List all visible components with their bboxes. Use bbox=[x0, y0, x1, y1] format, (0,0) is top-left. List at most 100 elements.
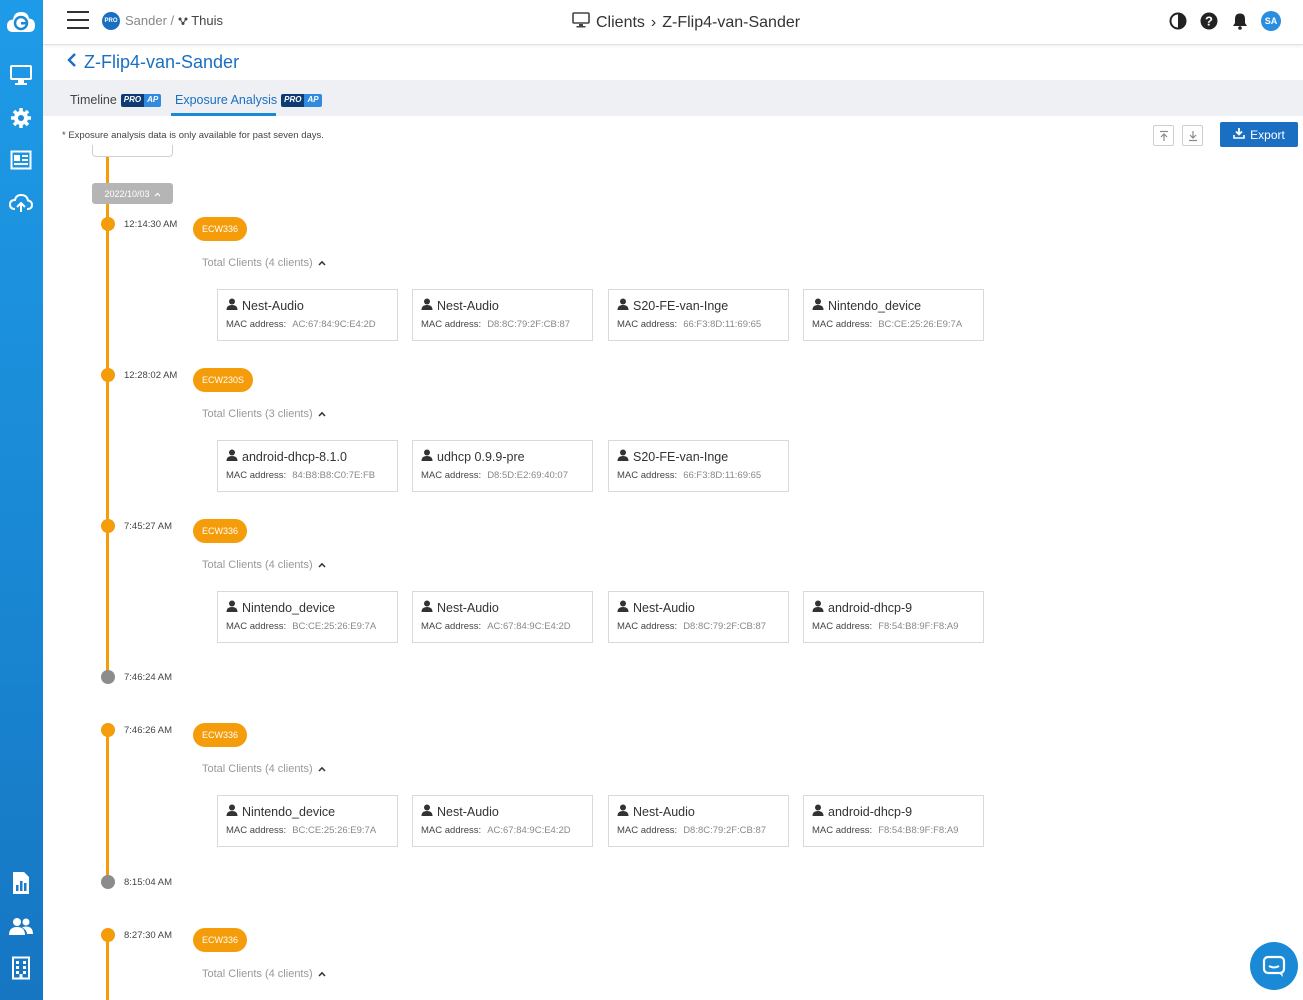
back-link[interactable]: Z-Flip4-van-Sander bbox=[66, 52, 239, 73]
client-card[interactable]: Nest-Audio MAC address: AC:67:84:9C:E4:2D bbox=[217, 289, 398, 341]
download-icon bbox=[1233, 127, 1245, 142]
client-mac-row: MAC address: 66:F3:8D:11:69:65 bbox=[617, 319, 761, 330]
client-mac-row: MAC address: 84:B8:B8:C0:7E:FB bbox=[226, 470, 375, 481]
site-name[interactable]: Thuis bbox=[191, 13, 223, 28]
client-mac-row: MAC address: D8:8C:79:2F:CB:87 bbox=[421, 319, 570, 330]
client-name-row: Nest-Audio bbox=[421, 804, 499, 819]
client-card[interactable]: android-dhcp-9 MAC address: F8:54:B8:9F:F8… bbox=[803, 591, 984, 643]
event-time: 12:28:02 AM bbox=[124, 370, 178, 381]
timeline-line bbox=[106, 230, 109, 381]
user-icon bbox=[226, 449, 238, 464]
total-clients-toggle[interactable]: Total Clients (4 clients) bbox=[202, 559, 326, 571]
client-name: Nest-Audio bbox=[633, 804, 695, 819]
ap-badge[interactable]: ECW230S bbox=[193, 368, 254, 392]
event-time: 12:14:30 AM bbox=[124, 219, 178, 230]
client-name: S20-FE-van-Inge bbox=[633, 449, 729, 464]
chevron-up-icon bbox=[318, 408, 326, 420]
org-badge: PRO bbox=[102, 12, 120, 30]
timeline-line bbox=[106, 941, 109, 1000]
client-card[interactable]: udhcp 0.9.9-pre MAC address: D8:5D:E2:69:4… bbox=[412, 440, 593, 492]
dashboard-icon[interactable] bbox=[7, 146, 35, 174]
pro-ap-tag: PRO AP bbox=[120, 93, 162, 107]
scroll-top-button[interactable] bbox=[1153, 125, 1174, 146]
building-icon[interactable] bbox=[7, 954, 35, 982]
total-clients-toggle[interactable]: Total Clients (4 clients) bbox=[202, 763, 326, 775]
svg-text:?: ? bbox=[1205, 14, 1213, 29]
help-icon[interactable]: ? bbox=[1199, 11, 1219, 31]
client-card[interactable]: Nest-Audio MAC address: AC:67:84:9C:E4:2D bbox=[412, 591, 593, 643]
mac-label: MAC address: bbox=[421, 621, 482, 632]
client-name: Nest-Audio bbox=[437, 298, 499, 313]
tab-timeline[interactable]: Timeline PRO AP bbox=[70, 93, 162, 107]
monitor-icon[interactable] bbox=[7, 61, 35, 89]
client-mac-row: MAC address: BC:CE:25:26:E9:7A bbox=[226, 621, 376, 632]
ap-badge[interactable]: ECW336 bbox=[193, 723, 248, 747]
scroll-bottom-button[interactable] bbox=[1182, 125, 1203, 146]
client-card[interactable]: android-dhcp-8.1.0 MAC address: 84:B8:B8:C… bbox=[217, 440, 398, 492]
avatar[interactable]: SA bbox=[1261, 11, 1281, 31]
cloud-icon[interactable] bbox=[7, 189, 35, 217]
total-clients-toggle[interactable]: Total Clients (3 clients) bbox=[202, 408, 326, 420]
ap-badge[interactable]: ECW336 bbox=[193, 928, 248, 952]
client-card[interactable]: Nest-Audio MAC address: D8:8C:79:2F:CB:87 bbox=[608, 591, 789, 643]
users-icon[interactable] bbox=[7, 912, 35, 940]
client-card[interactable]: Nintendo_device MAC address: BC:CE:25:26:E… bbox=[217, 795, 398, 847]
bell-icon[interactable] bbox=[1230, 11, 1250, 31]
mac-value: AC:67:84:9C:E4:2D bbox=[487, 825, 571, 836]
org-name[interactable]: Sander bbox=[125, 13, 167, 28]
client-name-row: Nest-Audio bbox=[421, 600, 499, 615]
event-time: 8:15:04 AM bbox=[124, 877, 173, 888]
mac-value: 66:F3:8D:11:69:65 bbox=[683, 319, 762, 330]
client-name-row: Nest-Audio bbox=[617, 600, 695, 615]
client-name: android-dhcp-9 bbox=[828, 600, 913, 615]
mac-label: MAC address: bbox=[421, 470, 482, 481]
report-icon[interactable] bbox=[7, 869, 35, 897]
event-time: 8:27:30 AM bbox=[124, 930, 173, 941]
client-card[interactable]: Nest-Audio MAC address: D8:8C:79:2F:CB:87 bbox=[412, 289, 593, 341]
client-card[interactable]: S20-FE-van-Inge MAC address: 66:F3:8D:11:6… bbox=[608, 289, 789, 341]
chat-button[interactable] bbox=[1250, 942, 1298, 990]
user-icon bbox=[421, 449, 433, 464]
exposure-note: * Exposure analysis data is only availab… bbox=[62, 130, 324, 141]
mac-value: AC:67:84:9C:E4:2D bbox=[487, 621, 571, 632]
contrast-icon[interactable] bbox=[1168, 11, 1188, 31]
page-breadcrumb: Clients › Z-Flip4-van-Sander bbox=[572, 12, 800, 33]
client-name-row: Nest-Audio bbox=[617, 804, 695, 819]
top-bar: PRO Sander / Thuis Clients › Z-Flip4-van… bbox=[43, 0, 1303, 45]
mac-label: MAC address: bbox=[812, 319, 873, 330]
client-card[interactable]: Nest-Audio MAC address: AC:67:84:9C:E4:2D bbox=[412, 795, 593, 847]
user-icon bbox=[421, 600, 433, 615]
client-name-row: S20-FE-van-Inge bbox=[617, 298, 728, 313]
tab-exposure-analysis[interactable]: Exposure Analysis PRO AP bbox=[175, 93, 322, 107]
settings-icon[interactable] bbox=[7, 104, 35, 132]
mac-value: BC:CE:25:26:E9:7A bbox=[878, 319, 963, 330]
client-card[interactable]: Nest-Audio MAC address: D8:8C:79:2F:CB:87 bbox=[608, 795, 789, 847]
client-card[interactable]: Nintendo_device MAC address: BC:CE:25:26:E… bbox=[803, 289, 984, 341]
client-mac-row: MAC address: D8:8C:79:2F:CB:87 bbox=[617, 621, 766, 632]
total-clients-label: Total Clients (4 clients) bbox=[202, 763, 313, 775]
mac-label: MAC address: bbox=[226, 470, 287, 481]
user-icon bbox=[812, 298, 824, 313]
client-card[interactable]: android-dhcp-9 MAC address: F8:54:B8:9F:F8… bbox=[803, 795, 984, 847]
chevron-up-icon bbox=[318, 559, 326, 571]
mac-label: MAC address: bbox=[421, 825, 482, 836]
client-card[interactable]: S20-FE-van-Inge MAC address: 66:F3:8D:11:6… bbox=[608, 440, 789, 492]
ap-badge[interactable]: ECW336 bbox=[193, 217, 248, 241]
date-pill[interactable]: 2022/10/03 bbox=[92, 183, 173, 204]
client-name: android-dhcp-8.1.0 bbox=[242, 449, 347, 464]
total-clients-toggle[interactable]: Total Clients (4 clients) bbox=[202, 257, 326, 269]
client-name-row: S20-FE-van-Inge bbox=[617, 449, 728, 464]
client-card[interactable]: Nintendo_device MAC address: BC:CE:25:26:E… bbox=[217, 591, 398, 643]
user-icon bbox=[421, 804, 433, 819]
ap-badge[interactable]: ECW336 bbox=[193, 519, 248, 543]
total-clients-toggle[interactable]: Total Clients (4 clients) bbox=[202, 968, 326, 980]
export-button[interactable]: Export bbox=[1220, 122, 1298, 147]
menu-icon[interactable] bbox=[67, 11, 91, 31]
page-section[interactable]: Clients bbox=[596, 14, 645, 32]
client-name: Nest-Audio bbox=[437, 600, 499, 615]
chevron-up-icon bbox=[154, 189, 161, 199]
client-name-row: Nintendo_device bbox=[226, 804, 335, 819]
app-logo[interactable] bbox=[4, 5, 38, 39]
total-clients-label: Total Clients (4 clients) bbox=[202, 559, 313, 571]
timeline-dot bbox=[101, 723, 115, 737]
